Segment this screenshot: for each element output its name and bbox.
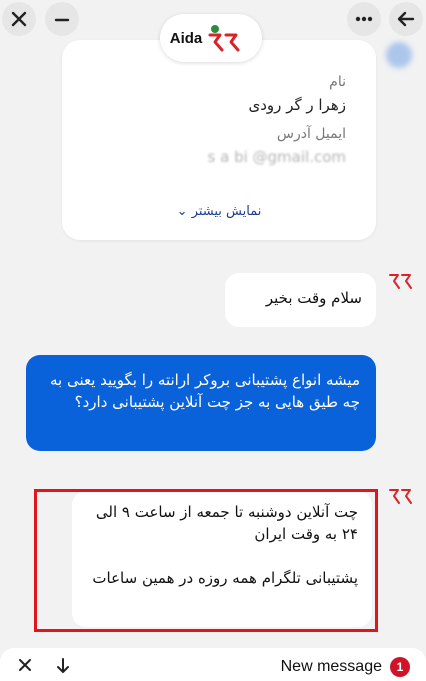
message-text: سلام وقت بخیر [265,289,362,307]
name-value: زهرا ر گر رودی [248,96,346,114]
message-bubble-user: میشه انواع پشتیبانی بروکر ارانته را بگوی… [26,355,376,451]
minimize-button[interactable] [45,2,79,36]
bot-avatar-icon [389,274,412,289]
close-icon [11,11,27,27]
more-icon [355,16,373,22]
email-label: ایمیل آدرس [276,126,346,142]
brand-header: Aida [160,14,262,62]
new-message-bar[interactable]: New message 1 [0,648,426,681]
message-text: میشه انواع پشتیبانی بروکر ارانته را بگوی… [49,371,360,411]
contact-info-card: نام زهرا ر گر رودی ایمیل آدرس s a bi @gm… [62,40,376,240]
highlight-box [34,489,378,632]
arrow-down-icon[interactable] [56,658,70,674]
back-button[interactable] [389,2,423,36]
message-bubble-bot: سلام وقت بخیر [225,273,376,327]
name-label: نام [329,74,346,90]
new-message-label[interactable]: New message [281,658,382,676]
show-more-label: نمایش بیشتر [191,204,262,219]
decorative-dot [386,42,412,68]
unread-badge: 1 [390,657,410,677]
arrow-left-icon [397,11,415,27]
show-more-link[interactable]: نمایش بیشتر ⌄ [62,204,376,219]
bot-avatar-icon [389,489,412,504]
brand-logo-icon [208,25,240,52]
email-value: s a bi @gmail.com [207,148,346,166]
close-icon[interactable] [18,658,32,672]
chevron-down-icon: ⌄ [176,204,188,219]
close-button[interactable] [2,2,36,36]
minimize-icon [54,18,70,22]
more-options-button[interactable] [347,2,381,36]
brand-name: Aida [169,29,203,47]
